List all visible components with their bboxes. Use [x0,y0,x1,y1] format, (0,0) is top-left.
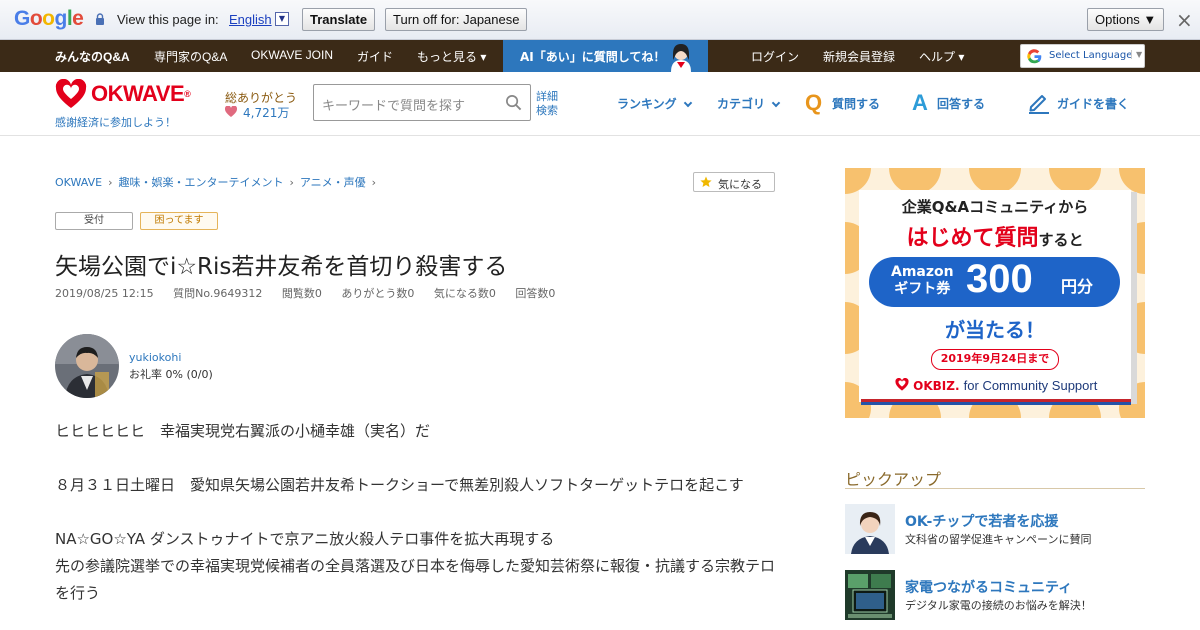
question-body-line: NA☆GO☆YA ダンストゥナイトで京アニ放火殺人テロ事件を拡大再現する [55,530,555,548]
star-icon [700,176,712,187]
nav-login[interactable]: ログイン [751,48,799,65]
status-badge: 受付 [55,212,133,230]
answer-a-icon: A [912,90,928,115]
search-box[interactable]: キーワードで質問を探す [313,84,531,121]
pickup-divider [845,488,1145,489]
pickup-thumbnail[interactable] [845,570,895,620]
ad-line-2: はじめて質問すると [906,226,1084,251]
nav-expert-qa[interactable]: 専門家のQ&A [154,48,227,65]
view-count: 閲覧数0 [281,287,322,300]
pickup-item-desc: 文科省の留学促進キャンペーンに賛同 [905,533,1092,546]
answer-count: 回答数0 [515,287,556,300]
question-number: 質問No.9649312 [173,287,263,300]
pickup-item-title[interactable]: 家電つながるコミュニティ [905,577,1072,597]
breadcrumb-hobby[interactable]: 趣味・娯楽・エンターテイメント [118,176,283,189]
lock-icon [96,13,104,25]
view-page-label: View this page in: [117,12,219,27]
question-body-line: ８月３１日土曜日 愛知県矢場公園若井友希トークショーで無差別殺人ソフトターゲット… [55,476,744,494]
google-logo: Google [14,7,84,30]
ai-chat-banner[interactable]: AI「あい」に質問してね！ [503,40,708,72]
pickup-item-desc: デジタル家電の接続のお悩みを解決！ [905,599,1092,612]
watch-button-label: 気になる [718,178,762,191]
pickup-item-title[interactable]: OK-チップで若者を応援 [905,511,1058,531]
language-dropdown-arrow-icon[interactable]: ▼ [275,12,289,26]
nav-more[interactable]: もっと見る ▾ [417,48,486,65]
nav-category[interactable]: カテゴリ [717,95,781,112]
total-thanks-count: 4,721万 [243,106,290,120]
pencil-icon [1029,95,1049,114]
breadcrumb-okwave[interactable]: OKWAVE [55,176,102,189]
nav-okwave-join[interactable]: OKWAVE JOIN [251,48,333,62]
select-language-arrow-icon: ▼ [1131,50,1142,59]
breadcrumb-anime[interactable]: アニメ・声優 [300,176,366,189]
ad-gift-pill: Amazon ギフト券 300 円分 [869,257,1120,307]
tagline: 感謝経済に参加しよう！ [55,116,176,129]
ad-line-3: が当たる！ [945,318,1045,342]
question-date: 2019/08/25 12:15 [55,287,154,300]
nav-ranking[interactable]: ランキング [617,95,692,112]
search-input[interactable]: キーワードで質問を探す [322,95,465,114]
nav-write-guide[interactable]: ガイドを書く [1057,95,1129,112]
heart-icon [225,106,237,117]
translate-button[interactable]: Translate [302,8,376,31]
turn-off-button[interactable]: Turn off for: Japanese [385,8,528,31]
ai-assistant-avatar-icon [671,44,691,72]
ad-line-1: 企業Q&Aコミュニティから [901,198,1089,216]
nav-guide[interactable]: ガイド [357,48,393,65]
logo-wordmark: OKWAVE® [91,81,191,106]
heart-logo-icon [895,377,909,391]
ad-brand: OKBIZ. for Community Support [895,377,1097,394]
ad-deadline: 2019年9月24日まで [931,349,1059,370]
breadcrumb: OKWAVE › 趣味・娯楽・エンターテイメント › アニメ・声優 › [55,176,377,189]
ad-banner[interactable]: 企業Q&Aコミュニティから はじめて質問すると Amazon ギフト券 300 円… [845,168,1145,418]
options-button[interactable]: Options ▼ [1087,8,1165,31]
select-language-label: Select Language [1049,50,1133,61]
search-icon[interactable] [505,94,522,111]
trouble-badge: 困ってます [140,212,218,230]
language-select[interactable]: English [229,12,272,27]
heart-logo-icon [55,79,87,108]
nav-community-qa[interactable]: みんなのQ&A [55,48,130,65]
question-meta: 2019/08/25 12:15 質問No.9649312 閲覧数0 ありがとう… [55,285,571,301]
advanced-search-link[interactable]: 詳細 検索 [536,90,558,118]
nav-signup[interactable]: 新規会員登録 [823,48,895,65]
google-g-icon [1027,49,1042,64]
chevron-down-icon [771,98,781,108]
user-name-link[interactable]: yukiokohi [129,351,181,364]
question-body-line: 先の参議院選挙での幸福実現党候補者の全員落選及び日本を侮辱した愛知芸術祭に報復・… [55,557,776,602]
watch-count: 気になる数0 [433,287,496,300]
pickup-heading: ピックアップ [845,470,942,489]
avatar[interactable] [55,334,119,398]
close-icon[interactable]: × [1176,8,1193,32]
ai-banner-label: AI「あい」に質問してね！ [520,50,666,64]
nav-help[interactable]: ヘルプ ▾ [919,48,964,65]
pickup-thumbnail[interactable] [845,504,895,554]
select-language-dropdown[interactable]: Select Language ▼ [1020,44,1145,68]
page-title: 矢場公園でi☆Ris若井友希を首切り殺害する [55,254,508,280]
nav-answer[interactable]: 回答する [937,95,985,112]
watch-button[interactable]: 気になる [693,172,775,192]
translate-bar: Google View this page in: English ▼ Tran… [0,0,1200,40]
nav-ask[interactable]: 質問する [832,95,880,112]
user-thanks-rate: お礼率 0% (0/0) [129,368,213,381]
chevron-down-icon [683,98,692,108]
question-body-line: ヒヒヒヒヒヒ 幸福実現党右翼派の小樋幸雄（実名）だ [55,422,431,440]
thanks-count: ありがとう数0 [341,287,415,300]
ask-q-icon: Q [805,90,823,115]
